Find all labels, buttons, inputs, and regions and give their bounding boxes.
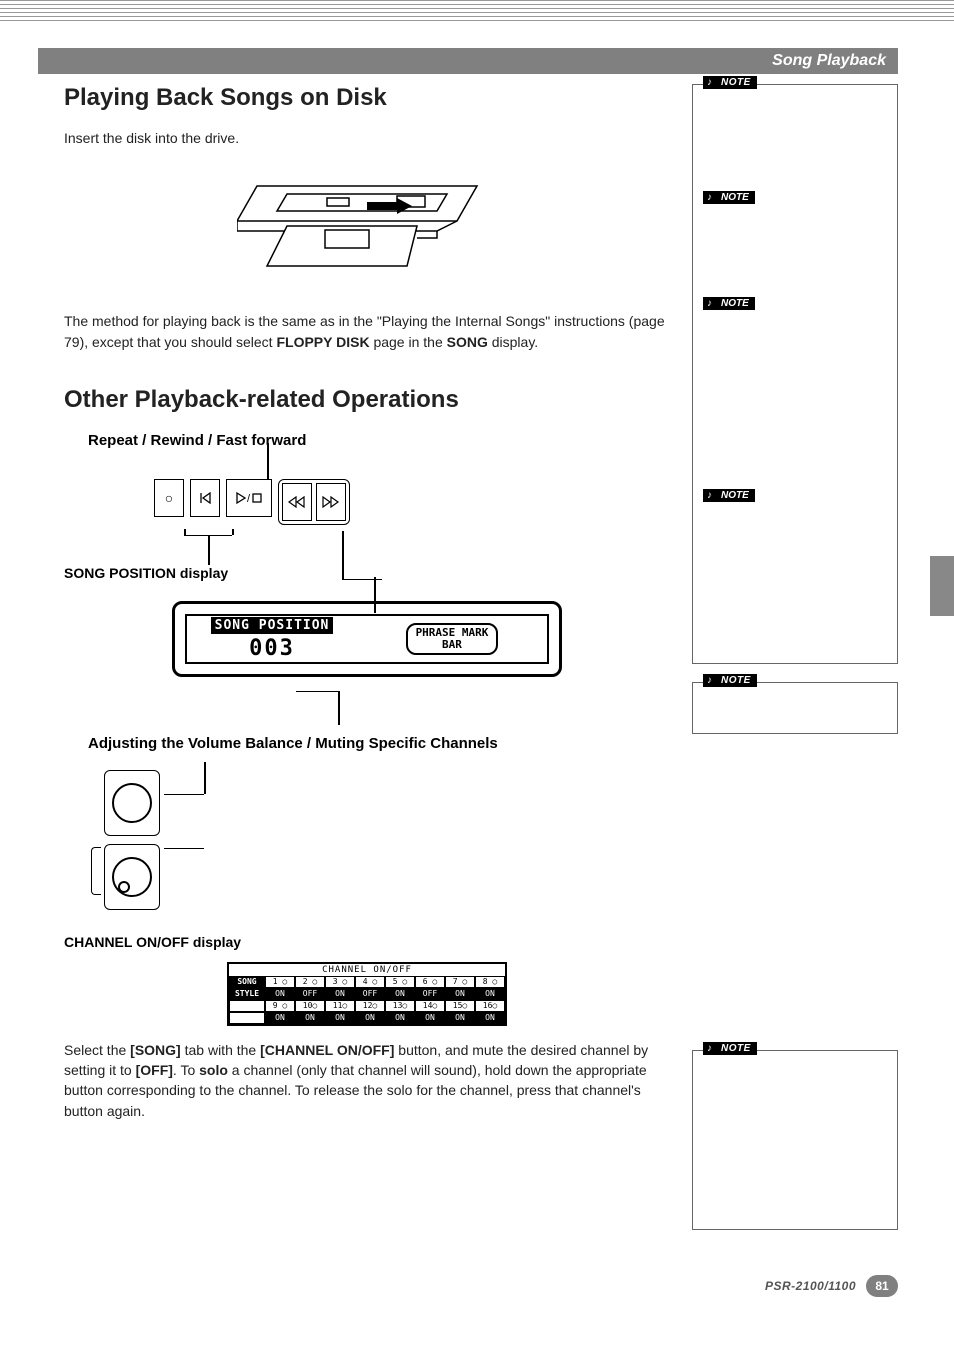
sub-repeat: Repeat / Rewind / Fast forward	[88, 432, 670, 449]
note-badge-icon: NOTE	[703, 191, 755, 204]
section-header-band: Song Playback	[38, 48, 898, 74]
phrase-mark-button[interactable]: PHRASE MARK BAR	[406, 623, 499, 655]
rec-button[interactable]: ○	[154, 479, 184, 517]
ff-button[interactable]	[316, 483, 346, 521]
page-number: 81	[866, 1275, 898, 1297]
channel-dial[interactable]	[112, 857, 152, 897]
note-box-1: NOTE NOTE NOTE NOTE	[692, 84, 898, 664]
method-text: The method for playing back is the same …	[64, 311, 670, 352]
tab-song[interactable]: SONG	[229, 976, 265, 988]
channel-onoff-label: CHANNEL ON/OFF display	[64, 934, 670, 950]
note-badge-icon: NOTE	[703, 1042, 757, 1055]
page-footer: PSR-2100/1100 81	[765, 1275, 898, 1297]
main-content: Playing Back Songs on Disk Insert the di…	[64, 84, 670, 1135]
top-rule-lines	[0, 0, 954, 36]
note-badge-icon: NOTE	[703, 76, 757, 89]
heading-playing-back: Playing Back Songs on Disk	[64, 84, 670, 112]
section-title: Song Playback	[772, 52, 886, 69]
note-badge-icon: NOTE	[703, 674, 757, 687]
sub-volume: Adjusting the Volume Balance / Muting Sp…	[88, 735, 670, 752]
tab-style[interactable]: STYLE	[229, 988, 265, 1000]
channel-instructions: Select the [SONG] tab with the [CHANNEL …	[64, 1040, 670, 1121]
heading-other-ops: Other Playback-related Operations	[64, 386, 670, 414]
lcd-value: 003	[187, 636, 357, 661]
disk-drive-illustration	[237, 166, 497, 281]
top-button[interactable]	[190, 479, 220, 517]
rew-ff-frame	[278, 479, 350, 525]
page-edge-tab	[930, 556, 954, 616]
intro-text: Insert the disk into the drive.	[64, 128, 670, 148]
note-badge-icon: NOTE	[703, 297, 755, 310]
notes-column: NOTE NOTE NOTE NOTE NOTE NOTE	[692, 84, 898, 1246]
note-box-3: NOTE	[692, 1050, 898, 1230]
dial-illustration	[104, 770, 224, 910]
channel-onoff-table: CHANNEL ON/OFF SONG 1 ○ 2 ○ 3 ○ 4 ○ 5 ○ …	[227, 962, 507, 1026]
song-position-lcd: SONG POSITION 003 PHRASE MARK BAR	[172, 601, 562, 677]
balance-dial[interactable]	[112, 783, 152, 823]
svg-text:/: /	[247, 493, 251, 505]
transport-diagram: ○ /	[154, 479, 414, 525]
footer-model: PSR-2100/1100	[765, 1279, 856, 1293]
note-badge-icon: NOTE	[703, 489, 755, 502]
note-box-2: NOTE	[692, 682, 898, 734]
rewind-button[interactable]	[282, 483, 312, 521]
lcd-title: SONG POSITION	[211, 617, 334, 634]
play-stop-button[interactable]: /	[226, 479, 272, 517]
